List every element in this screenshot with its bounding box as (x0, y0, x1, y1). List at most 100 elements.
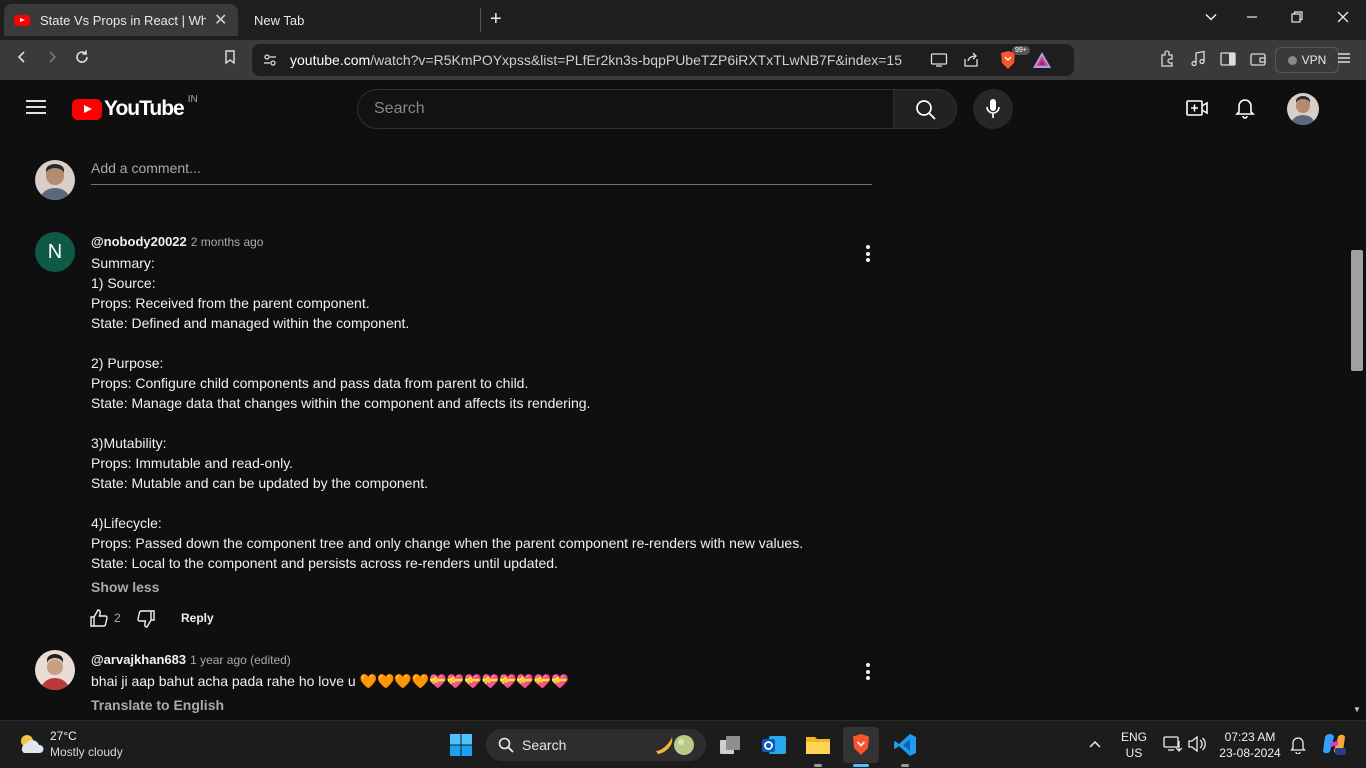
tab-divider (480, 8, 481, 32)
account-avatar[interactable] (1287, 93, 1319, 125)
notification-center-bell-icon[interactable] (1290, 736, 1306, 759)
url-path: /watch?v=R5KmPOYxpss&list=PLfEr2kn3s-bqp… (370, 52, 903, 68)
weather-cloud-icon[interactable] (16, 731, 46, 762)
comment-author[interactable]: @arvajkhan683 (91, 652, 186, 667)
search-highlight-icon (654, 733, 698, 762)
restore-icon[interactable] (1287, 10, 1307, 29)
search-input[interactable] (358, 90, 893, 128)
sidebar-icon[interactable] (1219, 50, 1237, 72)
vscode-icon[interactable] (887, 727, 923, 763)
input-language[interactable]: ENG (1118, 730, 1150, 744)
extensions-icon[interactable] (1158, 50, 1176, 72)
scroll-down-arrow-icon[interactable]: ▼ (1353, 705, 1361, 714)
taskbar-search-label: Search (522, 737, 567, 753)
comment-author[interactable]: @nobody20022 (91, 234, 187, 249)
add-comment-input[interactable]: Add a comment... (91, 160, 872, 185)
browser-menu-icon[interactable] (1336, 50, 1352, 70)
dislike-icon[interactable] (136, 609, 156, 634)
site-info-icon[interactable] (262, 52, 278, 73)
browser-tab-strip: State Vs Props in React | When to ✕ New … (0, 0, 1366, 40)
taskbar-search-box[interactable]: Search (486, 729, 706, 761)
tab-title: New Tab (254, 12, 305, 28)
weather-description[interactable]: Mostly cloudy (50, 745, 123, 759)
page-scrollbar[interactable] (1350, 136, 1366, 720)
close-tab-icon[interactable]: ✕ (214, 10, 227, 30)
tab-youtube-video[interactable]: State Vs Props in React | When to ✕ (4, 4, 238, 36)
running-indicator (901, 764, 909, 767)
file-explorer-icon[interactable] (800, 727, 836, 763)
shield-badge: 99+ (1012, 46, 1030, 55)
windows-taskbar: 27°C Mostly cloudy Search ENG US 07:23 A… (0, 720, 1366, 768)
comment-time[interactable]: 1 year ago (edited) (190, 653, 291, 667)
weather-temperature[interactable]: 27°C (50, 729, 77, 743)
youtube-favicon-icon (14, 14, 30, 26)
brave-rewards-icon[interactable] (1032, 51, 1052, 74)
like-icon[interactable] (89, 608, 109, 633)
microphone-icon (985, 98, 1001, 125)
media-music-icon[interactable] (1189, 50, 1207, 72)
comment-header: @arvajkhan683 1 year ago (edited) (91, 651, 291, 669)
translate-button[interactable]: Translate to English (91, 697, 224, 713)
comment-text: bhai ji aap bahut acha pada rahe ho love… (91, 673, 569, 689)
comment-action-menu-icon[interactable] (866, 245, 870, 265)
scrollbar-thumb[interactable] (1351, 250, 1363, 371)
wallet-icon[interactable] (1249, 50, 1267, 72)
search-icon (915, 99, 937, 126)
like-count: 2 (114, 611, 121, 625)
address-bar[interactable]: youtube.com/watch?v=R5KmPOYxpss&list=PLf… (252, 44, 1074, 76)
vpn-button[interactable]: VPN (1275, 47, 1339, 73)
create-video-icon[interactable] (1186, 98, 1208, 123)
guide-menu-icon[interactable] (25, 97, 47, 122)
network-icon[interactable] (1163, 735, 1183, 758)
new-tab-button[interactable]: + (490, 8, 502, 31)
vpn-label: VPN (1301, 53, 1327, 67)
region-code: IN (187, 93, 198, 105)
comment-time[interactable]: 2 months ago (191, 235, 264, 249)
outlook-icon[interactable] (756, 727, 792, 763)
clock-date[interactable]: 23-08-2024 (1218, 746, 1282, 760)
browser-toolbar: youtube.com/watch?v=R5KmPOYxpss&list=PLf… (0, 40, 1366, 80)
url-host: youtube.com (290, 52, 371, 68)
youtube-logo-icon (72, 98, 102, 120)
close-window-icon[interactable] (1333, 10, 1353, 29)
volume-icon[interactable] (1187, 735, 1207, 758)
show-hidden-icons-chevron-icon[interactable] (1088, 737, 1102, 755)
input-region[interactable]: US (1118, 746, 1150, 760)
task-view-icon[interactable] (712, 727, 748, 763)
running-indicator (814, 764, 822, 767)
search-button[interactable] (893, 89, 957, 129)
cast-icon[interactable] (930, 52, 948, 73)
commenter-avatar[interactable] (35, 650, 75, 690)
minimize-icon[interactable] (1242, 10, 1262, 29)
comment-action-menu-icon[interactable] (866, 663, 870, 683)
tab-search-chevron-icon[interactable] (1201, 10, 1221, 29)
share-icon[interactable] (962, 51, 980, 74)
url-text: youtube.com/watch?v=R5KmPOYxpss&list=PLf… (290, 52, 902, 68)
clock-time[interactable]: 07:23 AM (1218, 730, 1282, 744)
windows-start-icon[interactable] (443, 727, 479, 763)
add-comment-placeholder: Add a comment... (91, 160, 201, 176)
copilot-icon[interactable] (1321, 731, 1347, 762)
reload-icon[interactable] (70, 49, 94, 70)
reply-button[interactable]: Reply (181, 611, 214, 625)
tab-new-tab[interactable]: New Tab (254, 4, 304, 36)
comment-header: @nobody20022 2 months ago (91, 233, 263, 251)
voice-search-button[interactable] (973, 89, 1013, 129)
commenter-avatar[interactable]: N (35, 232, 75, 272)
taskbar-search-icon (498, 737, 514, 758)
forward-icon[interactable] (40, 49, 64, 70)
back-icon[interactable] (10, 49, 34, 70)
comment-text: Summary: 1) Source: Props: Received from… (91, 255, 804, 571)
active-app-indicator (853, 764, 869, 767)
vpn-status-icon (1287, 55, 1297, 65)
tab-title: State Vs Props in React | When to (40, 12, 206, 28)
youtube-header: YouTube IN (0, 80, 1366, 136)
bookmark-icon[interactable] (218, 49, 242, 70)
brave-browser-taskbar-icon[interactable] (843, 727, 879, 763)
current-user-avatar (35, 160, 75, 200)
show-less-button[interactable]: Show less (91, 579, 159, 595)
search-box (357, 89, 894, 129)
notifications-bell-icon[interactable] (1235, 97, 1255, 124)
youtube-logo[interactable]: YouTube IN (72, 93, 198, 121)
youtube-wordmark: YouTube (104, 97, 185, 120)
